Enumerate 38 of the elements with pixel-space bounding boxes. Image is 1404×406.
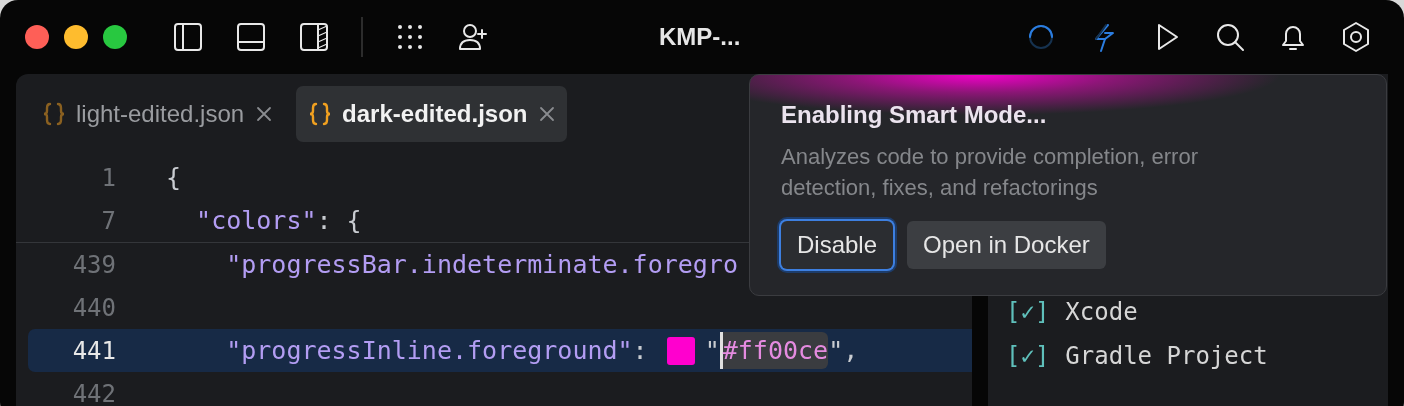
popup-description: Analyzes code to provide completion, error detection, fixes, and refactorings <box>781 143 1199 202</box>
checkbox[interactable]: [✓] <box>1006 342 1050 370</box>
file-tab[interactable]: dark-edited.json <box>296 86 568 142</box>
punctuation: { <box>166 163 182 192</box>
minimize-window-button[interactable] <box>64 25 88 49</box>
checklist-label: Gradle Project <box>1065 342 1268 370</box>
json-key: "colors" <box>166 206 317 235</box>
bottom-panel-icon[interactable] <box>235 21 267 53</box>
line-number: 441 <box>71 336 116 365</box>
json-key: "progressBar.indeterminate.foregro <box>166 250 738 279</box>
left-panel-icon[interactable] <box>172 21 204 53</box>
line-number: 1 <box>100 163 116 192</box>
window-title: KMP-... <box>659 23 741 51</box>
line-number: 7 <box>100 206 116 235</box>
zoom-window-button[interactable] <box>103 25 127 49</box>
open-button[interactable]: Open in Docker <box>907 221 1106 269</box>
checklist-label: Xcode <box>1065 298 1138 326</box>
braces-icon <box>308 102 333 126</box>
json-key: "progressInline.foreground" <box>166 336 633 365</box>
right-panel-icon[interactable] <box>298 21 330 53</box>
punctuation: : <box>632 336 649 365</box>
file-tab[interactable]: light-edited.json <box>30 86 285 142</box>
close-tab-icon[interactable] <box>256 106 273 122</box>
punctuation: : { <box>316 206 362 235</box>
close-tab-icon[interactable] <box>539 106 556 122</box>
settings-icon[interactable] <box>1340 21 1372 53</box>
color-swatch[interactable] <box>666 336 695 365</box>
line-number: 439 <box>71 250 116 279</box>
search-icon[interactable] <box>1214 21 1246 53</box>
punctuation: " <box>704 336 720 365</box>
braces-icon <box>42 102 66 126</box>
checkbox[interactable]: [✓] <box>1006 298 1050 326</box>
line-number: 440 <box>71 293 116 322</box>
line-number: 442 <box>71 379 116 406</box>
close-window-button[interactable] <box>25 25 49 49</box>
add-user-icon[interactable] <box>457 21 489 53</box>
popup-title: Enabling Smart Mode... <box>781 101 1048 129</box>
punctuation: ", <box>828 336 859 365</box>
